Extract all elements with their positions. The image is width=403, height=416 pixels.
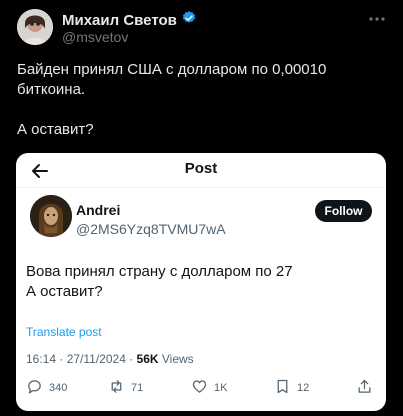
translate-post-link: Translate post [26, 325, 102, 339]
tweet-paragraph: А оставит? [17, 121, 94, 138]
post-meta: 16:14 · 27/11/2024 · 56K Views [26, 352, 194, 366]
quoted-post-line: А оставит? [26, 283, 103, 300]
author-name[interactable]: Михаил Светов [62, 10, 197, 30]
follow-button: Follow [315, 200, 372, 222]
reply-action: 340 [26, 378, 67, 398]
bookmark-count: 12 [297, 382, 310, 394]
quoted-author-name: Andrei [76, 202, 121, 218]
like-count: 1K [214, 382, 228, 394]
tweet-paragraph: Байден принял США с долларом по 0,00010 … [17, 61, 331, 98]
repost-count: 71 [131, 382, 144, 394]
bookmark-action: 12 [274, 378, 309, 398]
share-icon [356, 378, 373, 398]
share-action [356, 378, 373, 398]
bookmark-icon [274, 378, 291, 398]
reply-icon [26, 378, 43, 398]
views-label: Views [158, 352, 194, 366]
embedded-post-image[interactable]: Post Andrei @2MS6Yzq8TVMU7wA Follow Вова… [16, 153, 386, 411]
like-icon [191, 378, 208, 398]
quoted-post-text: Вова принял страну с долларом по 27 А ос… [26, 262, 376, 302]
like-action: 1K [191, 378, 227, 398]
more-icon[interactable] [366, 10, 388, 28]
repost-icon [108, 378, 125, 398]
quoted-author-handle: @2MS6Yzq8TVMU7wA [76, 221, 226, 237]
quoted-author-avatar [30, 195, 72, 237]
verified-badge-icon [181, 10, 197, 30]
author-handle[interactable]: @msvetov [62, 29, 128, 45]
divider [16, 187, 386, 188]
tweet-text: Байден принял США с долларом по 0,00010 … [17, 60, 387, 140]
reply-count: 340 [49, 382, 68, 394]
repost-action: 71 [108, 378, 143, 398]
quoted-post-line: Вова принял страну с долларом по 27 [26, 263, 293, 280]
embed-header-title: Post [184, 160, 218, 177]
post-time: 16:14 · 27/11/2024 · [26, 352, 137, 366]
views-count: 56K [136, 352, 159, 366]
action-bar: 340 71 1K 12 [16, 378, 386, 400]
author-avatar[interactable] [17, 9, 53, 45]
author-name-text[interactable]: Михаил Светов [62, 12, 177, 29]
